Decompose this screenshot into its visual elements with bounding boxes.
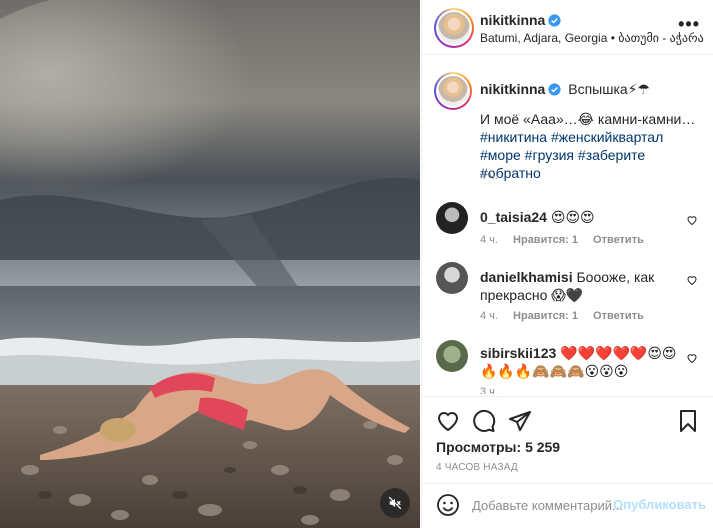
verified-badge-icon bbox=[548, 14, 561, 27]
reply-button[interactable]: Ответить bbox=[593, 310, 644, 322]
comment-meta: 3 ч. bbox=[480, 386, 510, 394]
author-avatar[interactable] bbox=[434, 8, 474, 48]
views-label: Просмотры: bbox=[436, 439, 522, 455]
save-bookmark-icon[interactable] bbox=[676, 409, 700, 433]
comment-time[interactable]: 4 ч. bbox=[480, 234, 498, 246]
comment-item: 0_taisia24 😍😍😍 4 ч. Нравится: 1 Ответить bbox=[436, 202, 706, 262]
hashtag[interactable]: #грузия bbox=[525, 147, 574, 163]
comment-bubble-icon[interactable] bbox=[472, 409, 496, 433]
post-header: nikitkinna Batumi, Adjara, Georgia • ბათ… bbox=[422, 0, 713, 55]
hashtag[interactable]: #море bbox=[480, 147, 521, 163]
sound-off-icon bbox=[388, 496, 402, 510]
commenter-username[interactable]: 0_taisia24 bbox=[480, 209, 547, 225]
comments-scroll-area[interactable]: nikitkinna Вспышка⚡☂ И моё «Ааа»…😂 камни… bbox=[422, 56, 713, 394]
verified-badge-icon bbox=[548, 83, 561, 96]
author-username[interactable]: nikitkinna bbox=[480, 12, 545, 28]
like-heart-icon[interactable] bbox=[436, 409, 460, 433]
commenter-avatar[interactable] bbox=[436, 202, 468, 234]
commenter-username[interactable]: danielkhamisi bbox=[480, 269, 573, 285]
comment-text: danielkhamisi Бoooже, как прекрасно 😱🖤 bbox=[480, 268, 680, 304]
more-options-icon[interactable]: ••• bbox=[678, 14, 700, 35]
post-location[interactable]: Batumi, Adjara, Georgia • ბათუმი - აჭარა bbox=[480, 31, 704, 45]
commenter-avatar[interactable] bbox=[436, 340, 468, 372]
caption-time[interactable]: 4 ч. bbox=[480, 170, 498, 182]
comment-likes[interactable]: Нравится: 1 bbox=[513, 234, 578, 246]
share-paper-plane-icon[interactable] bbox=[508, 409, 532, 433]
comment-time[interactable]: 3 ч. bbox=[480, 386, 498, 394]
comment-item: danielkhamisi Бoooже, как прекрасно 😱🖤 4… bbox=[436, 262, 706, 334]
caption-username[interactable]: nikitkinna bbox=[480, 81, 545, 97]
posted-time[interactable]: 4 часов назад bbox=[436, 462, 518, 473]
caption-title: Вспышка⚡☂ bbox=[568, 81, 651, 97]
commenter-username[interactable]: sibirskii123 bbox=[480, 345, 556, 361]
beach-photo bbox=[0, 0, 420, 528]
emoji-smiley-icon[interactable] bbox=[436, 493, 460, 517]
comment-likes[interactable]: Нравится: 1 bbox=[513, 310, 578, 322]
post-side-panel: nikitkinna Batumi, Adjara, Georgia • ბათ… bbox=[421, 0, 713, 528]
caption-text: И моё «Ааа»…😂 камни-камни… #никитина #же… bbox=[480, 110, 706, 182]
comment-text: sibirskii123 ❤️❤️❤️❤️❤️😍😍🔥🔥🔥🙈🙈🙈😮😮😮 bbox=[480, 344, 680, 380]
like-comment-heart-icon[interactable] bbox=[686, 352, 698, 364]
hashtag[interactable]: #женскийквартал bbox=[551, 129, 663, 145]
like-comment-heart-icon[interactable] bbox=[686, 274, 698, 286]
caption-hashtags: #никитина #женскийквартал #море #грузия … bbox=[480, 128, 706, 182]
views-count[interactable]: Просмотры: 5 259 bbox=[436, 439, 560, 455]
comment-input[interactable] bbox=[472, 495, 622, 515]
add-comment-bar: Опубликовать bbox=[422, 483, 713, 525]
comment-text: 0_taisia24 😍😍😍 bbox=[480, 208, 680, 226]
post-actions: Просмотры: 5 259 4 часов назад Опубликов… bbox=[422, 396, 713, 526]
mute-toggle-button[interactable] bbox=[380, 488, 410, 518]
commenter-avatar[interactable] bbox=[436, 262, 468, 294]
like-comment-heart-icon[interactable] bbox=[686, 214, 698, 226]
comment-time[interactable]: 4 ч. bbox=[480, 310, 498, 322]
comment-body: 😍😍😍 bbox=[550, 209, 595, 225]
hashtag[interactable]: #заберите bbox=[578, 147, 645, 163]
hashtag[interactable]: #никитина bbox=[480, 129, 547, 145]
reply-button[interactable]: Ответить bbox=[593, 234, 644, 246]
post-media[interactable] bbox=[0, 0, 420, 528]
publish-button[interactable]: Опубликовать bbox=[613, 497, 706, 512]
comment-item: sibirskii123 ❤️❤️❤️❤️❤️😍😍🔥🔥🔥🙈🙈🙈😮😮😮 3 ч. bbox=[436, 340, 706, 394]
comment-meta: 4 ч. Нравится: 1 Ответить bbox=[480, 310, 656, 322]
comment-meta: 4 ч. Нравится: 1 Ответить bbox=[480, 234, 656, 246]
caption-body: И моё «Ааа»…😂 камни-камни… bbox=[480, 111, 696, 127]
caption-avatar[interactable] bbox=[434, 72, 472, 110]
views-value: 5 259 bbox=[525, 439, 561, 455]
